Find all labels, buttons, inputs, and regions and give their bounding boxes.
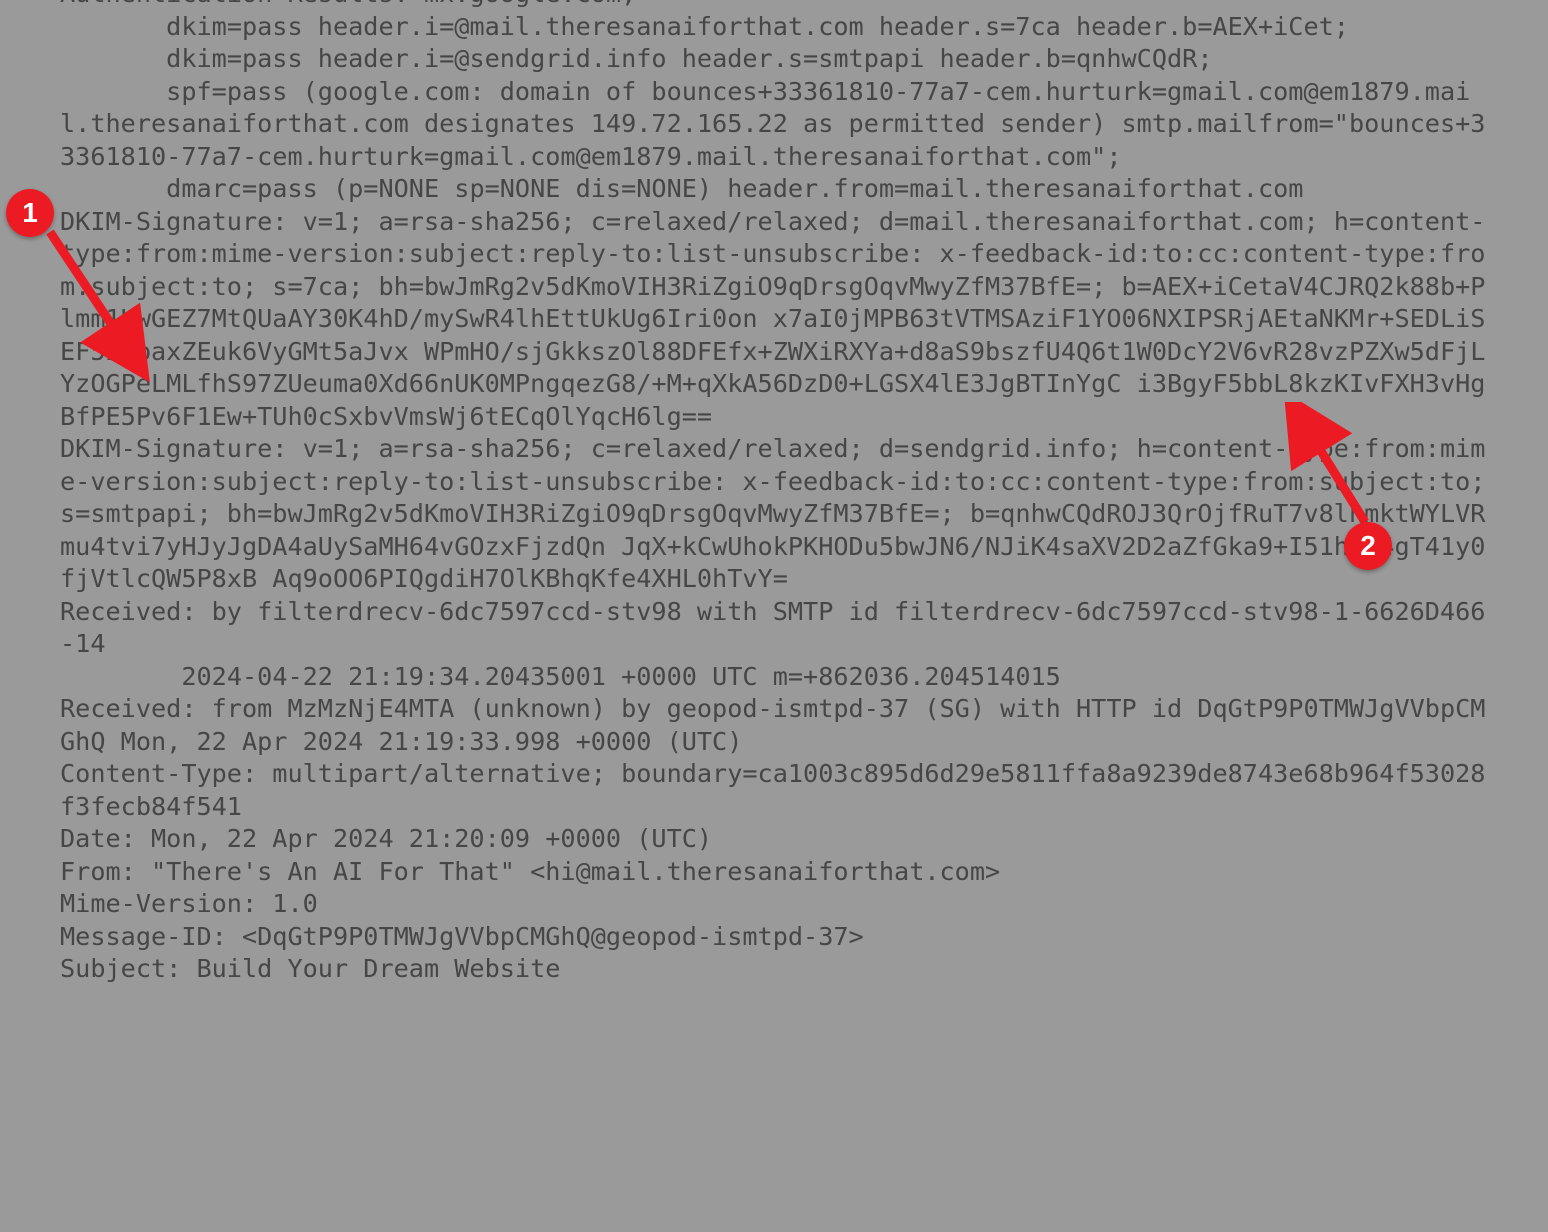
annotation-badge-2-label: 2 — [1360, 530, 1376, 562]
screenshot-root: Authentication-Results: mx.google.com; d… — [0, 0, 1548, 1232]
email-headers-panel: Authentication-Results: mx.google.com; d… — [28, 0, 1520, 1232]
annotation-badge-1: 1 — [6, 189, 54, 237]
annotation-arrow-1 — [40, 222, 160, 382]
annotation-badge-1-label: 1 — [22, 197, 38, 229]
annotation-badge-2: 2 — [1344, 522, 1392, 570]
email-headers-text: Authentication-Results: mx.google.com; d… — [60, 0, 1488, 986]
